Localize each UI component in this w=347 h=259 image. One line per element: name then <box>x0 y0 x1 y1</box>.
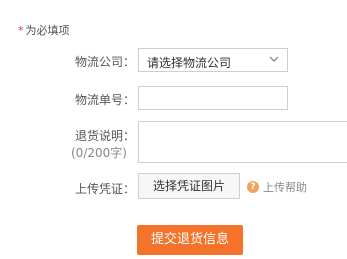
tracking-number-label-text: 物流单号： <box>75 93 136 107</box>
upload-help-text: 上传帮助 <box>263 181 307 194</box>
return-description-counter: (0/200字) <box>71 146 127 160</box>
upload-label: 上传凭证： <box>75 182 136 196</box>
upload-help-link[interactable]: ? 上传帮助 <box>247 179 307 195</box>
carrier-select[interactable]: 请选择物流公司 <box>138 48 288 72</box>
tracking-number-label: 物流单号：* <box>75 91 144 108</box>
return-description-textarea[interactable] <box>138 121 347 163</box>
question-icon: ? <box>247 181 259 193</box>
required-note: * 为必填项 <box>18 22 70 38</box>
carrier-label-text: 物流公司： <box>75 55 136 69</box>
chevron-down-icon <box>269 56 279 62</box>
carrier-selected-value: 请选择物流公司 <box>147 56 232 70</box>
required-note-text: 为必填项 <box>25 24 70 37</box>
carrier-label: 物流公司：* <box>75 53 144 70</box>
return-description-label: 退货说明： <box>75 129 136 143</box>
required-star: * <box>18 24 24 37</box>
submit-return-button[interactable]: 提交退货信息 <box>137 225 243 255</box>
tracking-number-input[interactable] <box>138 86 288 110</box>
select-image-button[interactable]: 选择凭证图片 <box>138 173 240 199</box>
